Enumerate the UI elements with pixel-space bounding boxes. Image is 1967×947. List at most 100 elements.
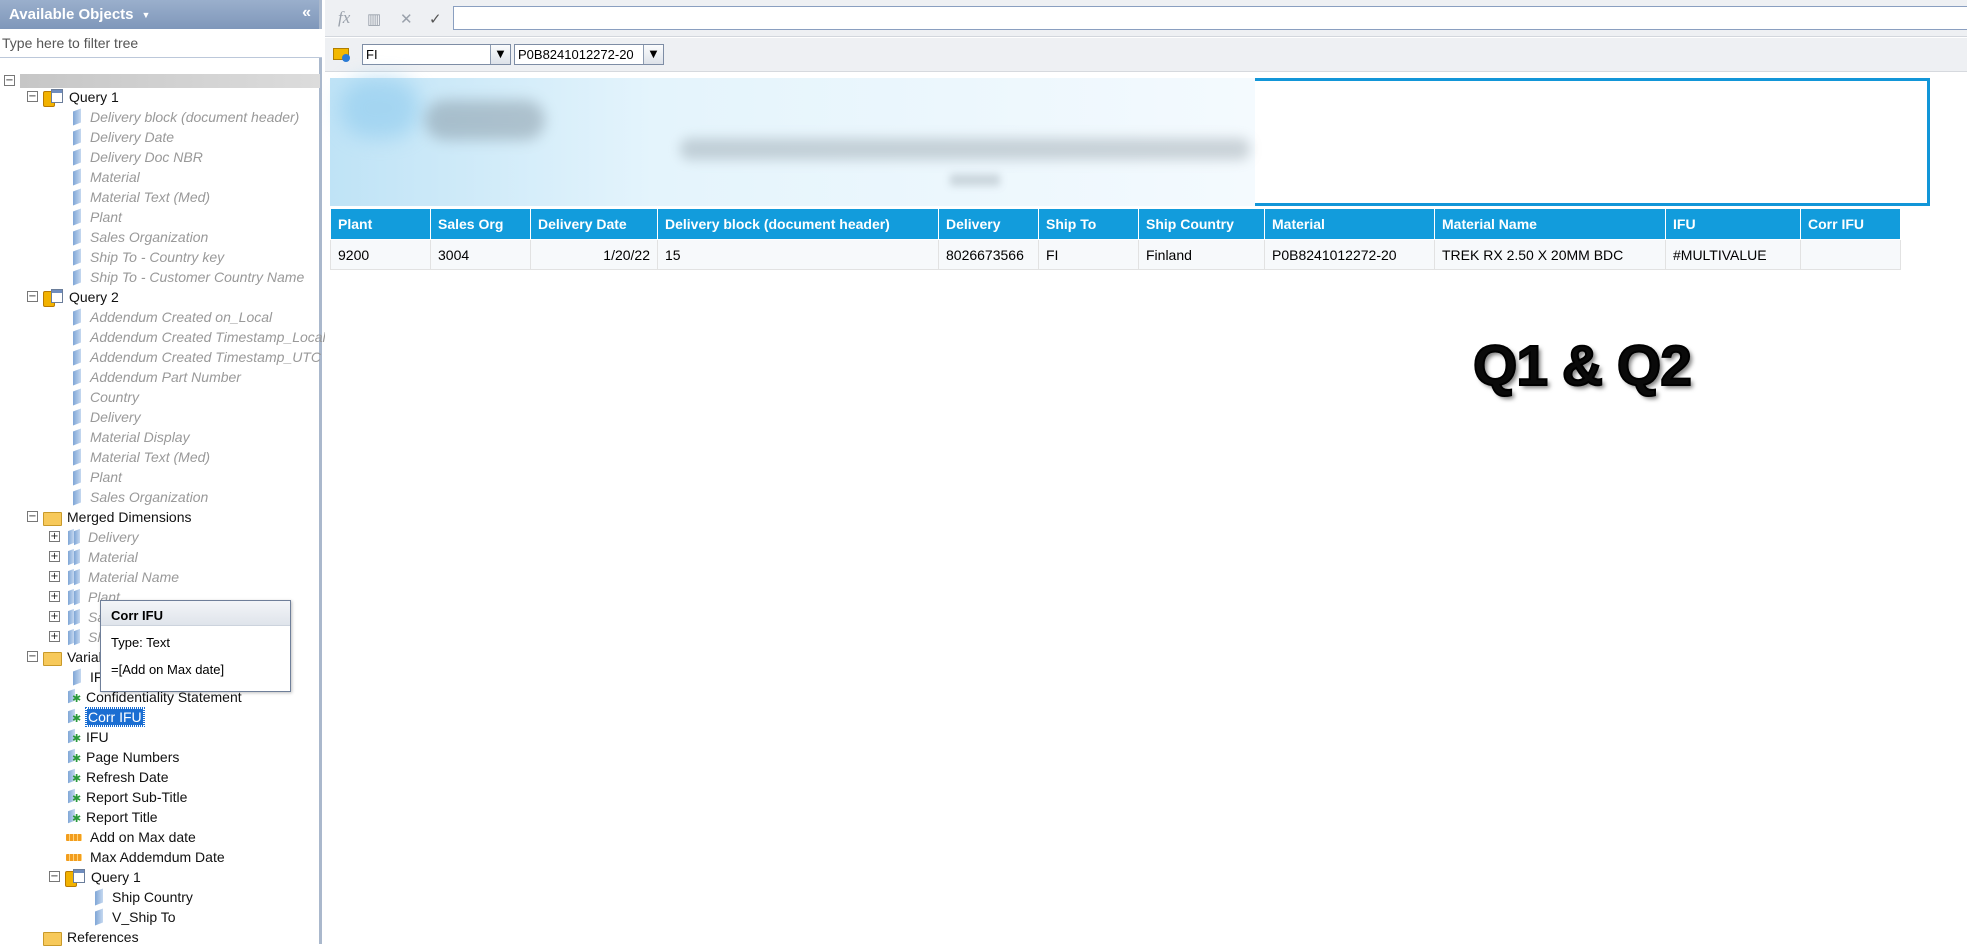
column-header[interactable]: Material (1264, 208, 1435, 240)
tree-label: Max Addemdum Date (90, 849, 225, 865)
dimension-icon (70, 309, 84, 325)
tree-variable[interactable]: Refresh Date (66, 767, 168, 787)
column-header[interactable]: Delivery block (document header) (657, 208, 939, 240)
tree-merged-dimensions[interactable]: − Merged Dimensions (27, 507, 192, 527)
collapse-panel-icon[interactable]: « (302, 4, 311, 22)
tree-variable[interactable]: Page Numbers (66, 747, 179, 767)
tree-item[interactable]: Material Text (Med) (70, 447, 210, 467)
tree-item[interactable]: Material Text (Med) (70, 187, 210, 207)
table-cell[interactable]: #MULTIVALUE (1665, 239, 1801, 270)
table-cell[interactable]: 1/20/22 (530, 239, 658, 270)
column-header[interactable]: Plant (330, 208, 431, 240)
expand-toggle-icon[interactable]: + (49, 571, 60, 582)
filter-dropdown-material[interactable]: P0B8241012272-20 ▼ (514, 44, 664, 65)
tree-item[interactable]: Sales Organization (70, 487, 208, 507)
tree-label: Addendum Part Number (90, 369, 241, 385)
tree-label: Merged Dimensions (67, 509, 192, 525)
column-header[interactable]: Material Name (1434, 208, 1666, 240)
tree-item[interactable]: Ship To - Country key (70, 247, 224, 267)
tree-item[interactable]: Delivery Doc NBR (70, 147, 203, 167)
collapse-toggle-icon[interactable]: − (27, 511, 38, 522)
table-cell[interactable]: 8026673566 (938, 239, 1039, 270)
tree-item[interactable]: Addendum Part Number (70, 367, 241, 387)
tree-variable[interactable]: IFU (66, 727, 109, 747)
collapse-toggle-icon[interactable]: − (49, 871, 60, 882)
formula-input[interactable] (453, 6, 1967, 30)
tooltip-type: Type: Text (111, 635, 171, 650)
tree-item[interactable]: V_Ship To (92, 907, 176, 927)
table-cell[interactable]: 9200 (330, 239, 431, 270)
filter-dropdown-ship-to[interactable]: FI ▼ (362, 44, 511, 65)
tree-item[interactable]: Addendum Created Timestamp_UTC (70, 347, 321, 367)
expand-toggle-icon[interactable]: + (49, 591, 60, 602)
tree-item[interactable]: Delivery block (document header) (70, 107, 299, 127)
tree-item[interactable]: Addendum Created Timestamp_Local (70, 327, 326, 347)
tree-query2[interactable]: − Query 2 (27, 287, 119, 307)
tree-variable[interactable]: Max Addemdum Date (66, 847, 225, 867)
tree-item[interactable]: + Delivery (49, 527, 139, 547)
collapse-toggle-icon[interactable]: − (4, 75, 15, 86)
tree-variables[interactable]: − Variab (27, 647, 106, 667)
variable-icon (66, 689, 81, 705)
column-header[interactable]: Ship Country (1138, 208, 1265, 240)
tree-item[interactable]: Material Display (70, 427, 190, 447)
column-header[interactable]: Delivery Date (530, 208, 658, 240)
tree-item[interactable]: Addendum Created on_Local (70, 307, 272, 327)
date-variable-icon (66, 829, 84, 845)
panel-header[interactable]: Available Objects ▼ « (0, 0, 319, 29)
tree-label: Page Numbers (86, 749, 180, 765)
tree-item[interactable]: Plant (70, 207, 122, 227)
tree-query1[interactable]: − Query 1 (27, 87, 119, 107)
filter-bar-icon[interactable] (333, 46, 353, 62)
expand-toggle-icon[interactable]: + (49, 551, 60, 562)
tree-variable[interactable]: Add on Max date (66, 827, 196, 847)
column-header[interactable]: Corr IFU (1800, 208, 1901, 240)
table-cell[interactable]: 15 (657, 239, 939, 270)
filter-tree-input[interactable] (0, 29, 322, 58)
tree-item[interactable]: + Sh (49, 627, 105, 647)
tree-item[interactable]: + Sa (49, 607, 105, 627)
tree-item[interactable]: Ship To - Customer Country Name (70, 267, 304, 287)
chevron-down-icon[interactable]: ▼ (643, 45, 663, 64)
tree-item[interactable]: + Material Name (49, 567, 179, 587)
expand-toggle-icon[interactable]: + (49, 611, 60, 622)
tree-item[interactable]: Country (70, 387, 139, 407)
tree-references[interactable]: References (43, 927, 139, 947)
tree-item[interactable]: + Material (49, 547, 138, 567)
tree-item[interactable]: Plant (70, 467, 122, 487)
column-header[interactable]: Sales Org (430, 208, 531, 240)
cancel-formula-button[interactable]: ✕ (400, 10, 413, 28)
variable-editor-icon[interactable]: ▥ (367, 10, 381, 28)
table-cell[interactable]: FI (1038, 239, 1139, 270)
table-cell[interactable]: 3004 (430, 239, 531, 270)
tree-variable-corr-ifu[interactable]: Corr IFU (66, 707, 145, 727)
tree-item[interactable]: Sales Organization (70, 227, 208, 247)
chevron-down-icon[interactable]: ▼ (490, 45, 510, 64)
column-header[interactable]: Delivery (938, 208, 1039, 240)
collapse-toggle-icon[interactable]: − (27, 91, 38, 102)
column-header[interactable]: Ship To (1038, 208, 1139, 240)
formula-fx-icon[interactable]: fx (338, 8, 350, 28)
tree-item[interactable]: Delivery (70, 407, 141, 427)
validate-formula-button[interactable]: ✓ (429, 10, 442, 28)
table-cell[interactable]: TREK RX 2.50 X 20MM BDC (1434, 239, 1666, 270)
table-cell[interactable]: Finland (1138, 239, 1265, 270)
collapse-toggle-icon[interactable]: − (27, 291, 38, 302)
table-cell[interactable] (1800, 239, 1901, 270)
tree-variable[interactable]: Report Title (66, 807, 158, 827)
column-header[interactable]: IFU (1665, 208, 1801, 240)
expand-toggle-icon[interactable]: + (49, 531, 60, 542)
expand-toggle-icon[interactable]: + (49, 631, 60, 642)
tree-item[interactable]: Ship Country (92, 887, 193, 907)
tree-item[interactable]: Material (70, 167, 140, 187)
tree-variables-query1[interactable]: − Query 1 (49, 867, 141, 887)
report-table[interactable]: Plant Sales Org Delivery Date Delivery b… (330, 208, 1901, 270)
tree-label: Query 1 (91, 869, 141, 885)
variable-icon (66, 809, 81, 825)
table-cell[interactable]: P0B8241012272-20 (1264, 239, 1435, 270)
tree-variable[interactable]: IF (70, 667, 102, 687)
tree-item[interactable]: Delivery Date (70, 127, 174, 147)
collapse-toggle-icon[interactable]: − (27, 651, 38, 662)
caret-down-icon[interactable]: ▼ (142, 10, 151, 20)
tree-variable[interactable]: Report Sub-Title (66, 787, 187, 807)
